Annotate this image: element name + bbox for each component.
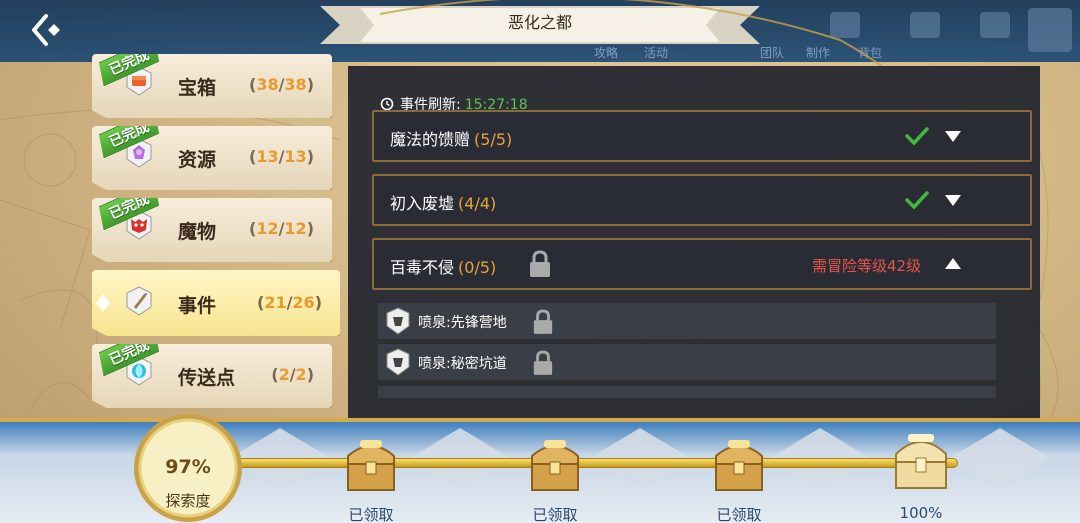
fountain-icon [386, 348, 410, 376]
reward-chest-icon[interactable] [710, 434, 768, 494]
ghost-label: 背包 [858, 46, 883, 60]
lock-icon [533, 350, 553, 375]
category-count: (13/13) [249, 147, 314, 166]
sub-event-row[interactable]: 喷泉:秘密坑道 [378, 344, 996, 380]
milestone-label: 已领取 [348, 506, 394, 523]
collapse-arrow-icon[interactable] [944, 257, 962, 271]
check-icon [905, 127, 929, 146]
sub-event-name: 喷泉:秘密坑道 [418, 356, 507, 372]
ghost-label: 团队 [760, 46, 785, 60]
sub-event-row-partial[interactable] [378, 386, 996, 398]
category-teleport[interactable]: 已完成 传送点 (2/2) [92, 344, 332, 408]
reward-chest-icon[interactable] [342, 434, 400, 494]
quest-row[interactable]: 初入废墟 (4/4) [372, 174, 1032, 226]
selected-marker-icon [96, 294, 110, 312]
quest-row[interactable]: 魔法的馈赠 (5/5) [372, 110, 1032, 162]
category-chest[interactable]: 已完成 宝箱 (38/38) [92, 54, 332, 118]
exploration-label: 探索度 [165, 492, 211, 510]
level-requirement: 需冒险等级42级 [812, 257, 922, 275]
category-count: (12/12) [249, 219, 314, 238]
back-button[interactable] [26, 10, 66, 50]
exploration-percent: 97% [165, 456, 211, 478]
quill-icon [126, 286, 152, 316]
ghost-label: 活动 [644, 46, 669, 60]
sub-event-row[interactable]: 喷泉:先锋营地 [378, 303, 996, 339]
back-arrow-icon [32, 14, 60, 46]
category-count: (2/2) [271, 365, 314, 384]
reward-chest-icon[interactable] [526, 434, 584, 494]
milestone-label: 已领取 [716, 506, 762, 523]
quest-name: 初入废墟 (4/4) [390, 194, 497, 213]
category-resource[interactable]: 已完成 资源 (13/13) [92, 126, 332, 190]
category-name: 宝箱 [178, 77, 217, 99]
ghost-label: 制作 [806, 46, 831, 60]
milestone-label: 100% [899, 504, 943, 522]
final-reward-chest-icon[interactable] [892, 430, 950, 490]
category-name: 资源 [178, 149, 217, 171]
page-title: 恶化之都 [507, 13, 572, 32]
exploration-progress-track [228, 458, 958, 468]
ghost-label: 攻略 [594, 46, 619, 60]
lock-icon [530, 250, 550, 277]
expand-arrow-icon[interactable] [944, 129, 962, 143]
category-count: (21/26) [257, 293, 322, 312]
category-name: 魔物 [178, 221, 217, 243]
category-event[interactable]: 事件 (21/26) [92, 270, 340, 336]
expand-arrow-icon[interactable] [944, 193, 962, 207]
sub-event-name: 喷泉:先锋营地 [418, 315, 507, 331]
category-count: (38/38) [249, 75, 314, 94]
fountain-icon [386, 307, 410, 335]
quest-name: 魔法的馈赠 (5/5) [390, 130, 513, 149]
category-name: 事件 [178, 295, 217, 317]
category-monster[interactable]: 已完成 魔物 (12/12) [92, 198, 332, 262]
clock-icon [380, 97, 394, 111]
lock-icon [533, 309, 553, 334]
quest-name: 百毒不侵 (0/5) [390, 258, 497, 277]
quest-row[interactable]: 百毒不侵 (0/5) 需冒险等级42级 [372, 238, 1032, 290]
check-icon [905, 191, 929, 210]
category-name: 传送点 [178, 367, 236, 389]
milestone-label: 已领取 [532, 506, 578, 523]
